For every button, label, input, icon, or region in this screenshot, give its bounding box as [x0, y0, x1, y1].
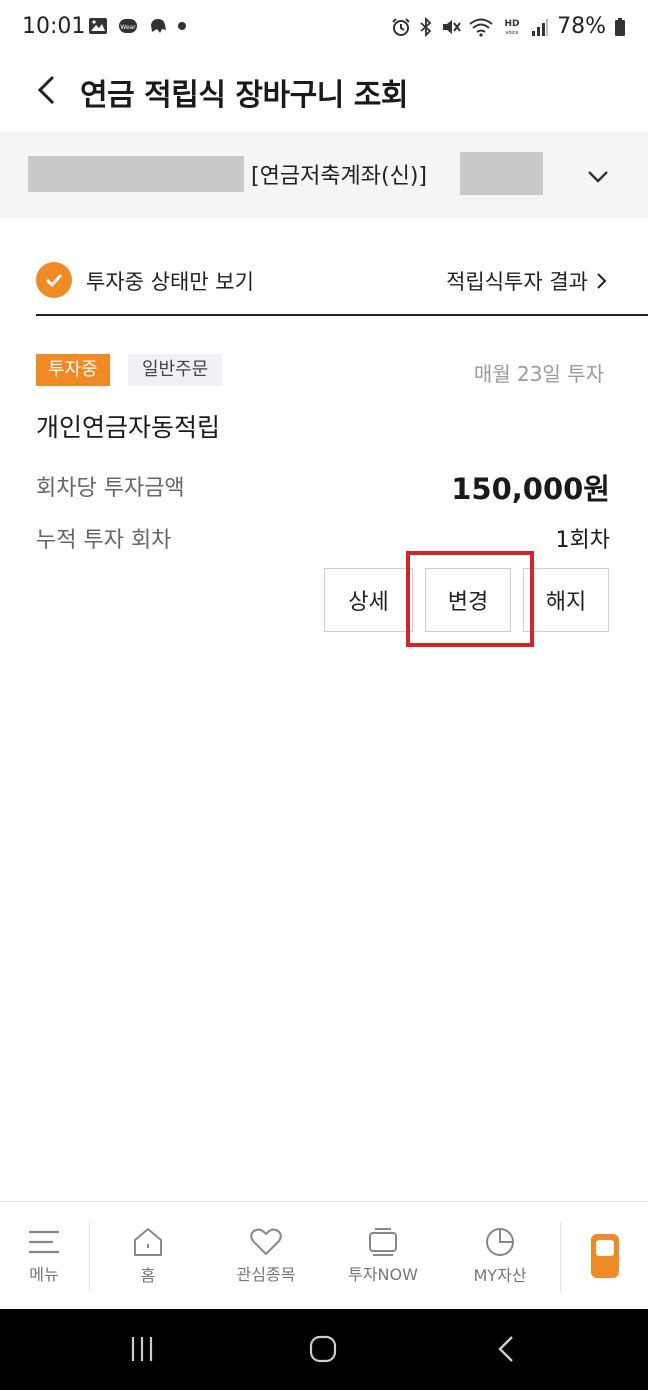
- status-time: 10:01: [22, 14, 86, 39]
- nav-watchlist[interactable]: 관심종목: [216, 1202, 316, 1310]
- order-type-badge: 일반주문: [128, 354, 223, 386]
- nav-my-assets[interactable]: MY자산: [452, 1202, 548, 1310]
- nav-home-label: 홈: [140, 1266, 156, 1285]
- page-title: 연금 적립식 장바구니 조회: [80, 78, 408, 113]
- account-selector[interactable]: [연금저축계좌(신)]: [0, 132, 648, 218]
- nav-home[interactable]: 홈: [104, 1202, 192, 1310]
- mute-icon: [443, 19, 461, 34]
- investment-schedule: 매월 23일 투자: [473, 362, 604, 386]
- masked-account-number: [28, 156, 244, 192]
- chevron-right-icon: [597, 273, 607, 289]
- wear-icon: Wear: [119, 19, 137, 33]
- filter-row: 투자중 상태만 보기 적립식투자 결과: [36, 252, 648, 316]
- phone-app-icon: [591, 1234, 619, 1278]
- amount-value: 150,000원: [451, 472, 610, 506]
- count-label: 누적 투자 회차: [36, 528, 172, 553]
- nav-menu-label: 메뉴: [29, 1265, 59, 1284]
- count-value: 1회차: [555, 528, 610, 553]
- nav-invest-now[interactable]: 투자NOW: [330, 1202, 436, 1310]
- home-system-button[interactable]: [303, 1329, 343, 1369]
- recents-button[interactable]: [122, 1329, 162, 1369]
- back-icon: [498, 1336, 513, 1362]
- svg-text:HD: HD: [505, 19, 520, 29]
- status-bar: 10:01 Wear HD voice 78%: [0, 0, 648, 56]
- wifi-icon: [469, 18, 493, 37]
- nav-menu[interactable]: 메뉴: [0, 1202, 88, 1310]
- chevron-down-icon[interactable]: [584, 162, 612, 190]
- check-icon: [45, 273, 63, 288]
- tv-icon: [369, 1228, 397, 1256]
- header: 연금 적립식 장바구니 조회: [0, 56, 648, 130]
- active-only-checkbox[interactable]: [36, 262, 72, 298]
- detail-button[interactable]: 상세: [324, 568, 413, 632]
- svg-text:voice: voice: [505, 30, 518, 36]
- phone-app-button[interactable]: [572, 1202, 638, 1310]
- status-badge: 투자중: [36, 354, 110, 386]
- bluetooth-icon: [420, 16, 432, 37]
- alarm-icon: [392, 17, 410, 36]
- pie-chart-icon: [486, 1228, 514, 1256]
- product-name: 개인연금자동적립: [36, 413, 221, 442]
- notification-icon: [151, 19, 166, 33]
- gallery-icon: [89, 18, 107, 34]
- battery-icon: [615, 17, 625, 36]
- signal-icon: [532, 18, 549, 36]
- investment-result-link[interactable]: 적립식투자 결과: [446, 266, 608, 296]
- back-arrow-icon: [37, 75, 55, 105]
- home-circle-icon: [309, 1335, 337, 1363]
- amount-label: 회차당 투자금액: [36, 476, 185, 501]
- change-button-highlight: [406, 551, 534, 647]
- nav-invest-now-label: 투자NOW: [348, 1265, 418, 1284]
- savings-plan-card: 투자중 일반주문 매월 23일 투자 개인연금자동적립 회차당 투자금액 150…: [36, 316, 648, 634]
- home-icon: [134, 1228, 162, 1256]
- svg-text:Wear: Wear: [120, 24, 136, 31]
- investment-result-label: 적립식투자 결과: [446, 270, 588, 294]
- bottom-nav: 메뉴 홈 관심종목 투자NOW MY자산: [0, 1201, 648, 1309]
- back-button[interactable]: [26, 70, 66, 110]
- system-nav-bar: [0, 1309, 648, 1390]
- nav-my-assets-label: MY자산: [473, 1266, 527, 1285]
- account-type-label: [연금저축계좌(신)]: [251, 164, 428, 189]
- masked-account-owner: [460, 152, 543, 195]
- battery-percent: 78%: [557, 14, 606, 39]
- active-only-label[interactable]: 투자중 상태만 보기: [86, 266, 254, 296]
- heart-icon: [250, 1228, 282, 1255]
- menu-icon: [29, 1230, 59, 1254]
- nav-watchlist-label: 관심종목: [236, 1265, 296, 1284]
- cancel-button[interactable]: 해지: [523, 568, 609, 632]
- more-notifications-icon: [178, 22, 186, 30]
- hd-voice-icon: HDvoice: [505, 19, 520, 36]
- back-system-button[interactable]: [486, 1329, 526, 1369]
- recents-icon: [131, 1337, 153, 1361]
